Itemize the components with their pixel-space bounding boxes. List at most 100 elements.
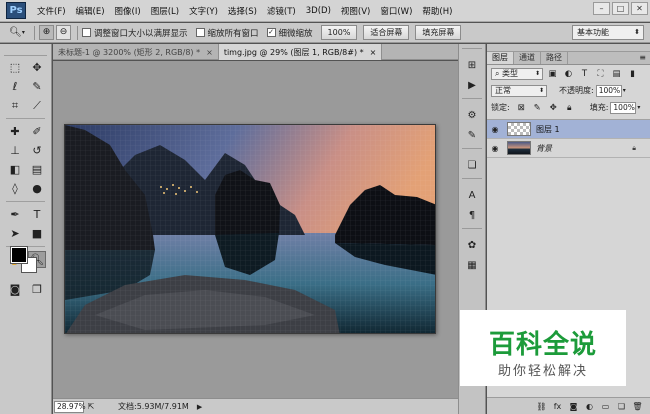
menu-select[interactable]: 选择(S) (223, 5, 262, 17)
tab-layers[interactable]: 图层 (487, 52, 514, 64)
menu-window[interactable]: 窗口(W) (375, 5, 417, 17)
lock-image-icon[interactable]: ✎ (531, 102, 544, 114)
brush-tool-icon[interactable]: ✐ (28, 123, 46, 140)
tool-preset-picker[interactable]: 🔍︎ ▾ (4, 25, 30, 41)
photoshop-logo[interactable]: Ps (6, 2, 26, 19)
tool-presets-icon[interactable]: ✿ (462, 236, 482, 254)
layer-row[interactable]: ◉ 图层 1 (487, 120, 650, 139)
menu-filter[interactable]: 滤镜(T) (262, 5, 301, 17)
fit-screen-button[interactable]: 适合屏幕 (363, 25, 410, 40)
eraser-tool-icon[interactable]: ◧ (6, 161, 24, 178)
fill-screen-button[interactable]: 填充屏幕 (415, 25, 462, 40)
smart-object-filter-icon[interactable]: ▤ (610, 68, 623, 80)
filter-toggle-icon[interactable]: ▮ (626, 68, 639, 80)
tab-paths[interactable]: 路径 (541, 52, 568, 64)
chevron-right-icon[interactable]: ▶ (197, 403, 202, 411)
screen-mode-icon[interactable]: ❐ (28, 281, 46, 298)
clone-stamp-tool-icon[interactable]: ⊥ (6, 142, 24, 159)
adjustment-filter-icon[interactable]: ◐ (562, 68, 575, 80)
quick-selection-tool-icon[interactable]: ✎ (28, 78, 46, 95)
move-tool-icon[interactable]: ✥ (28, 59, 46, 76)
menu-view[interactable]: 视图(V) (336, 5, 375, 17)
brush-panel-icon[interactable]: ⚙ (462, 106, 482, 124)
group-folder-icon[interactable]: ▭ (599, 402, 612, 411)
character-panel-icon[interactable]: A (462, 186, 482, 204)
clone-source-icon[interactable]: ❏ (462, 156, 482, 174)
adjustment-layer-icon[interactable]: ◐ (583, 402, 596, 411)
fill-field[interactable]: 100% (610, 101, 637, 114)
path-selection-tool-icon[interactable]: ➤ (6, 225, 24, 242)
eyedropper-tool-icon[interactable]: ⟋ (28, 97, 46, 114)
rectangle-tool-icon[interactable]: ■ (28, 225, 46, 242)
tab-channels[interactable]: 通道 (514, 52, 541, 64)
lock-all-icon[interactable]: 🔒︎ (563, 102, 576, 114)
minimize-icon[interactable]: – (593, 2, 610, 15)
resize-windows-checkbox[interactable]: 调整窗口大小以满屏显示 (82, 27, 188, 39)
panel-header[interactable] (487, 44, 650, 52)
menu-file[interactable]: 文件(F) (32, 5, 71, 17)
foreground-color-swatch[interactable] (10, 246, 28, 264)
crop-tool-icon[interactable]: ⌗ (6, 97, 24, 114)
lasso-tool-icon[interactable]: ℓ (6, 78, 24, 95)
blur-tool-icon[interactable]: ◊ (6, 180, 24, 197)
opacity-field[interactable]: 100% (595, 84, 622, 97)
shape-filter-icon[interactable]: ⛶ (594, 68, 607, 80)
gradient-tool-icon[interactable]: ▤ (28, 161, 46, 178)
workspace-select[interactable]: 基本功能 ⬍ (572, 25, 644, 40)
healing-brush-tool-icon[interactable]: ✚ (6, 123, 24, 140)
menu-layer[interactable]: 图层(L) (146, 5, 184, 17)
lock-position-icon[interactable]: ✥ (547, 102, 560, 114)
canvas-area[interactable] (53, 61, 458, 398)
pixel-filter-icon[interactable]: ▣ (546, 68, 559, 80)
type-tool-icon[interactable]: T (28, 206, 46, 223)
layer-mask-icon[interactable]: ◙ (567, 402, 580, 411)
layer-name[interactable]: 图层 1 (536, 124, 560, 135)
panel-menu-icon[interactable]: ≡ (639, 52, 646, 64)
toolbox-grip[interactable] (4, 46, 47, 56)
eye-icon[interactable]: ◉ (487, 125, 503, 134)
paragraph-panel-icon[interactable]: ¶ (462, 206, 482, 224)
zoom-out-button[interactable]: ⊖ (56, 25, 71, 40)
maximize-icon[interactable]: □ (612, 2, 629, 15)
eye-icon[interactable]: ◉ (487, 144, 503, 153)
share-icon[interactable]: ⇱ (84, 402, 98, 411)
link-layers-icon[interactable]: ⛓ (535, 402, 548, 411)
lock-transparent-icon[interactable]: ⊠ (515, 102, 528, 114)
layer-row[interactable]: ◉ 背景 🔒︎ (487, 139, 650, 158)
scrubby-zoom-checkbox[interactable]: ✓ 细微缩放 (266, 27, 313, 39)
new-layer-icon[interactable]: ❏ (615, 402, 628, 411)
trash-icon[interactable]: 🗑︎ (631, 402, 644, 411)
chevron-down-icon[interactable]: ▾ (623, 87, 626, 94)
tab-timg[interactable]: timg.jpg @ 29% (图层 1, RGB/8#) * × (218, 44, 383, 60)
brush-presets-icon[interactable]: ✎ (462, 126, 482, 144)
close-icon[interactable]: × (206, 45, 213, 60)
dodge-tool-icon[interactable]: ● (28, 180, 46, 197)
zoom-in-button[interactable]: ⊕ (39, 25, 54, 40)
pen-tool-icon[interactable]: ✒ (6, 206, 24, 223)
marquee-tool-icon[interactable]: ⬚ (6, 59, 24, 76)
grid-panel-icon[interactable]: ▦ (462, 256, 482, 274)
menu-image[interactable]: 图像(I) (110, 5, 146, 17)
layer-name[interactable]: 背景 (536, 143, 552, 154)
blend-mode-select[interactable]: 正常 ⬍ (491, 84, 547, 97)
zoom-level-field[interactable]: 28.97% (54, 400, 86, 413)
actions-panel-icon[interactable]: ▶ (462, 76, 482, 94)
menu-3d[interactable]: 3D(D) (301, 6, 336, 16)
menu-help[interactable]: 帮助(H) (417, 5, 457, 17)
document-image[interactable] (64, 124, 436, 334)
menu-edit[interactable]: 编辑(E) (71, 5, 110, 17)
filter-kind-select[interactable]: ⌕ 类型 ⬍ (491, 67, 543, 80)
close-icon[interactable]: ✕ (631, 2, 648, 15)
menu-type[interactable]: 文字(Y) (184, 5, 223, 17)
chevron-down-icon[interactable]: ▾ (637, 104, 640, 111)
close-icon[interactable]: × (370, 45, 377, 60)
layer-style-icon[interactable]: fx (551, 402, 564, 411)
actual-pixels-button[interactable]: 100% (320, 25, 358, 40)
history-panel-icon[interactable]: ⊞ (462, 56, 482, 74)
zoom-all-windows-checkbox[interactable]: 缩放所有窗口 (195, 27, 259, 39)
quick-mask-icon[interactable]: ◙ (6, 281, 24, 298)
history-brush-tool-icon[interactable]: ↺ (28, 142, 46, 159)
dock-grip[interactable] (462, 48, 482, 52)
type-filter-icon[interactable]: T (578, 68, 591, 80)
tab-untitled-1[interactable]: 未标题-1 @ 3200% (矩形 2, RGB/8) * × (53, 44, 219, 60)
